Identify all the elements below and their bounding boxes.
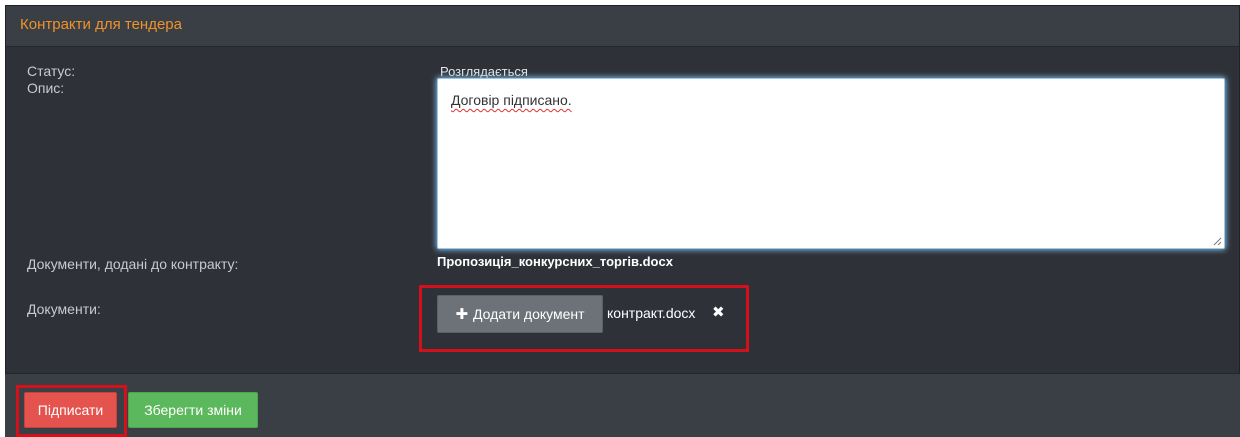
uploaded-file-name: контракт.docx (607, 305, 696, 321)
panel-heading: Контракти для тендера (6, 6, 1239, 47)
description-textarea[interactable]: Договір підписано. (437, 78, 1225, 249)
description-label: Опис: (27, 80, 65, 96)
close-icon[interactable]: ✖ (712, 303, 725, 321)
description-text: Договір підписано. (451, 92, 572, 108)
plus-icon: ✚ (455, 306, 469, 323)
documents-label: Документи: (27, 301, 101, 317)
add-document-label: Додати документ (473, 306, 585, 322)
attached-doc-link[interactable]: Пропозиція_конкурсних_торгів.docx (437, 254, 673, 269)
sign-button[interactable]: Підписати (24, 392, 117, 428)
save-changes-button[interactable]: Зберегти зміни (128, 392, 258, 428)
status-value: Розглядається (440, 64, 528, 79)
description-value: Договір підписано. (451, 92, 572, 108)
status-label: Статус: (27, 63, 76, 79)
add-document-button[interactable]: ✚ Додати документ (437, 295, 603, 333)
resize-grip-icon[interactable] (1213, 237, 1222, 246)
panel-title: Контракти для тендера (20, 16, 182, 33)
attached-docs-label: Документи, додані до контракту: (27, 256, 239, 272)
